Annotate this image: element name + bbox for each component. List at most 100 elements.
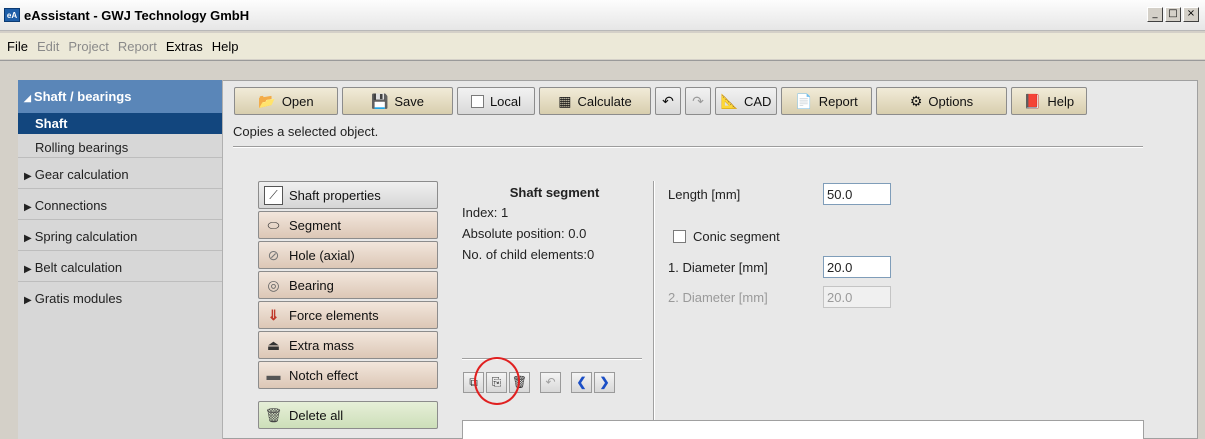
options-button[interactable]: ⚙ Options [876, 87, 1007, 115]
notch-effect-button[interactable]: ▬ Notch effect [258, 361, 438, 389]
triangle-right-icon: ▶ [24, 264, 32, 275]
minimize-button[interactable]: _ [1147, 7, 1163, 22]
sidebar-group-connections[interactable]: ▶ Connections [18, 188, 222, 219]
hole-axial-button[interactable]: ⊘ Hole (axial) [258, 241, 438, 269]
segment-absolute-position: Absolute position: 0.0 [462, 226, 587, 241]
save-label: Save [394, 93, 425, 109]
report-label: Report [818, 93, 858, 109]
notch-effect-label: Notch effect [289, 367, 359, 383]
weight-icon: ⏏ [266, 336, 281, 353]
paste-button[interactable]: ↶ [540, 372, 561, 393]
local-checkbox[interactable]: Local [457, 87, 535, 115]
undo-button[interactable]: ↶ [655, 87, 681, 115]
triangle-right-icon: ▶ [24, 171, 32, 182]
conic-segment-box[interactable] [673, 230, 686, 243]
local-checkbox-box[interactable] [470, 94, 484, 108]
delete-all-button[interactable]: 🗑 Delete all [258, 401, 438, 429]
options-icon: ⚙ [909, 93, 923, 109]
shaft-properties-label: Shaft properties [289, 187, 381, 203]
sidebar-header-shaft-bearings[interactable]: ◢ Shaft / bearings [18, 80, 222, 113]
sidebar-group-gear-calculation[interactable]: ▶ Gear calculation [18, 157, 222, 188]
diameter1-field[interactable]: 20.0 [823, 256, 891, 278]
diameter1-label: 1. Diameter [mm] [668, 260, 768, 275]
menu-extras[interactable]: Extras [166, 39, 203, 54]
open-button[interactable]: 📂 Open [234, 87, 338, 115]
sidebar-item-rolling-bearings[interactable]: Rolling bearings [18, 134, 222, 157]
vertical-separator [653, 181, 655, 421]
extra-mass-button[interactable]: ⏏ Extra mass [258, 331, 438, 359]
hole-axial-label: Hole (axial) [289, 247, 355, 263]
sidebar: ◢ Shaft / bearings Shaft Rolling bearings… [18, 80, 223, 439]
sidebar-group-spring-calculation[interactable]: ▶ Spring calculation [18, 219, 222, 250]
segment-child-elements: No. of child elements:0 [462, 247, 595, 262]
conic-segment-checkbox[interactable]: Conic segment [673, 229, 780, 244]
highlight-circle [474, 357, 520, 405]
calculate-label: Calculate [577, 93, 632, 109]
notch-icon: ▬ [266, 366, 281, 383]
app-icon: eA [4, 8, 20, 22]
diameter2-field[interactable]: 20.0 [823, 286, 891, 308]
segment-index: Index: 1 [462, 205, 509, 220]
report-button[interactable]: 📄 Report [781, 87, 872, 115]
local-label: Local [489, 93, 522, 109]
force-elements-button[interactable]: ⇓ Force elements [258, 301, 438, 329]
sidebar-group-belt-calculation[interactable]: ▶ Belt calculation [18, 250, 222, 281]
menu-project[interactable]: Project [68, 39, 108, 54]
sidebar-group-label: Belt calculation [34, 260, 123, 275]
trash-icon: 🗑 [264, 406, 283, 423]
element-button-list: ⟋ Shaft properties ⬭ Segment ⊘ Hole (axi… [258, 181, 438, 431]
sidebar-group-label: Connections [34, 198, 107, 213]
segment-label: Segment [289, 217, 342, 233]
description-area[interactable] [462, 420, 1144, 439]
cad-button[interactable]: 📐 CAD [715, 87, 777, 115]
triangle-right-icon: ▶ [24, 233, 32, 244]
sidebar-group-gratis-modules[interactable]: ▶ Gratis modules [18, 281, 222, 312]
menu-help[interactable]: Help [212, 39, 239, 54]
triangle-right-icon: ▶ [24, 202, 32, 213]
move-left-button[interactable]: ❮ [571, 372, 592, 393]
menu-file[interactable]: File [7, 39, 28, 54]
sidebar-group-label: Spring calculation [34, 229, 138, 244]
bearing-label: Bearing [289, 277, 334, 293]
calculator-icon: ▦ [558, 93, 572, 109]
help-label: Help [1047, 93, 1075, 109]
menu-edit[interactable]: Edit [37, 39, 59, 54]
cad-label: CAD [743, 93, 772, 109]
title-bar: eA eAssistant - GWJ Technology GmbH _ □ … [0, 0, 1205, 31]
segment-title: Shaft segment [509, 185, 600, 200]
force-arrow-icon: ⇓ [267, 306, 280, 323]
shaft-properties-button[interactable]: ⟋ Shaft properties [258, 181, 438, 209]
hole-icon: ⊘ [267, 246, 280, 263]
segment-button[interactable]: ⬭ Segment [258, 211, 438, 239]
shaft-properties-icon: ⟋ [264, 185, 283, 205]
sidebar-group-label: Gratis modules [34, 291, 123, 306]
sidebar-item-shaft[interactable]: Shaft [18, 113, 222, 134]
triangle-down-icon: ◢ [24, 93, 31, 103]
length-field[interactable]: 50.0 [823, 183, 891, 205]
move-right-button[interactable]: ❯ [594, 372, 615, 393]
sidebar-group-label: Gear calculation [34, 167, 129, 182]
close-button[interactable]: × [1183, 7, 1199, 22]
length-label: Length [mm] [668, 187, 741, 202]
menu-report[interactable]: Report [118, 39, 157, 54]
report-icon: 📄 [795, 93, 813, 109]
window-controls: _ □ × [1147, 7, 1199, 22]
segment-icon: ⬭ [267, 216, 280, 233]
calculate-button[interactable]: ▦ Calculate [539, 87, 651, 115]
chevron-right-icon: ❯ [599, 375, 610, 389]
redo-button[interactable]: ↷ [685, 87, 711, 115]
delete-all-label: Delete all [289, 407, 344, 423]
menu-bar: File Edit Project Report Extras Help [0, 33, 1205, 59]
open-label: Open [281, 93, 314, 109]
redo-icon: ↷ [692, 93, 704, 109]
save-button[interactable]: 💾 Save [342, 87, 453, 115]
help-book-icon: 📕 [1023, 93, 1042, 109]
maximize-button[interactable]: □ [1165, 7, 1181, 22]
options-label: Options [928, 93, 974, 109]
toolbar: 📂 Open 💾 Save Local ▦ Calculate ↶ ↷ 📐 CA… [234, 87, 1087, 115]
open-folder-icon: 📂 [258, 93, 276, 109]
sidebar-header-label: Shaft / bearings [33, 89, 132, 104]
bearing-button[interactable]: ◎ Bearing [258, 271, 438, 299]
help-button[interactable]: 📕 Help [1011, 87, 1087, 115]
bearing-icon: ◎ [267, 276, 280, 293]
